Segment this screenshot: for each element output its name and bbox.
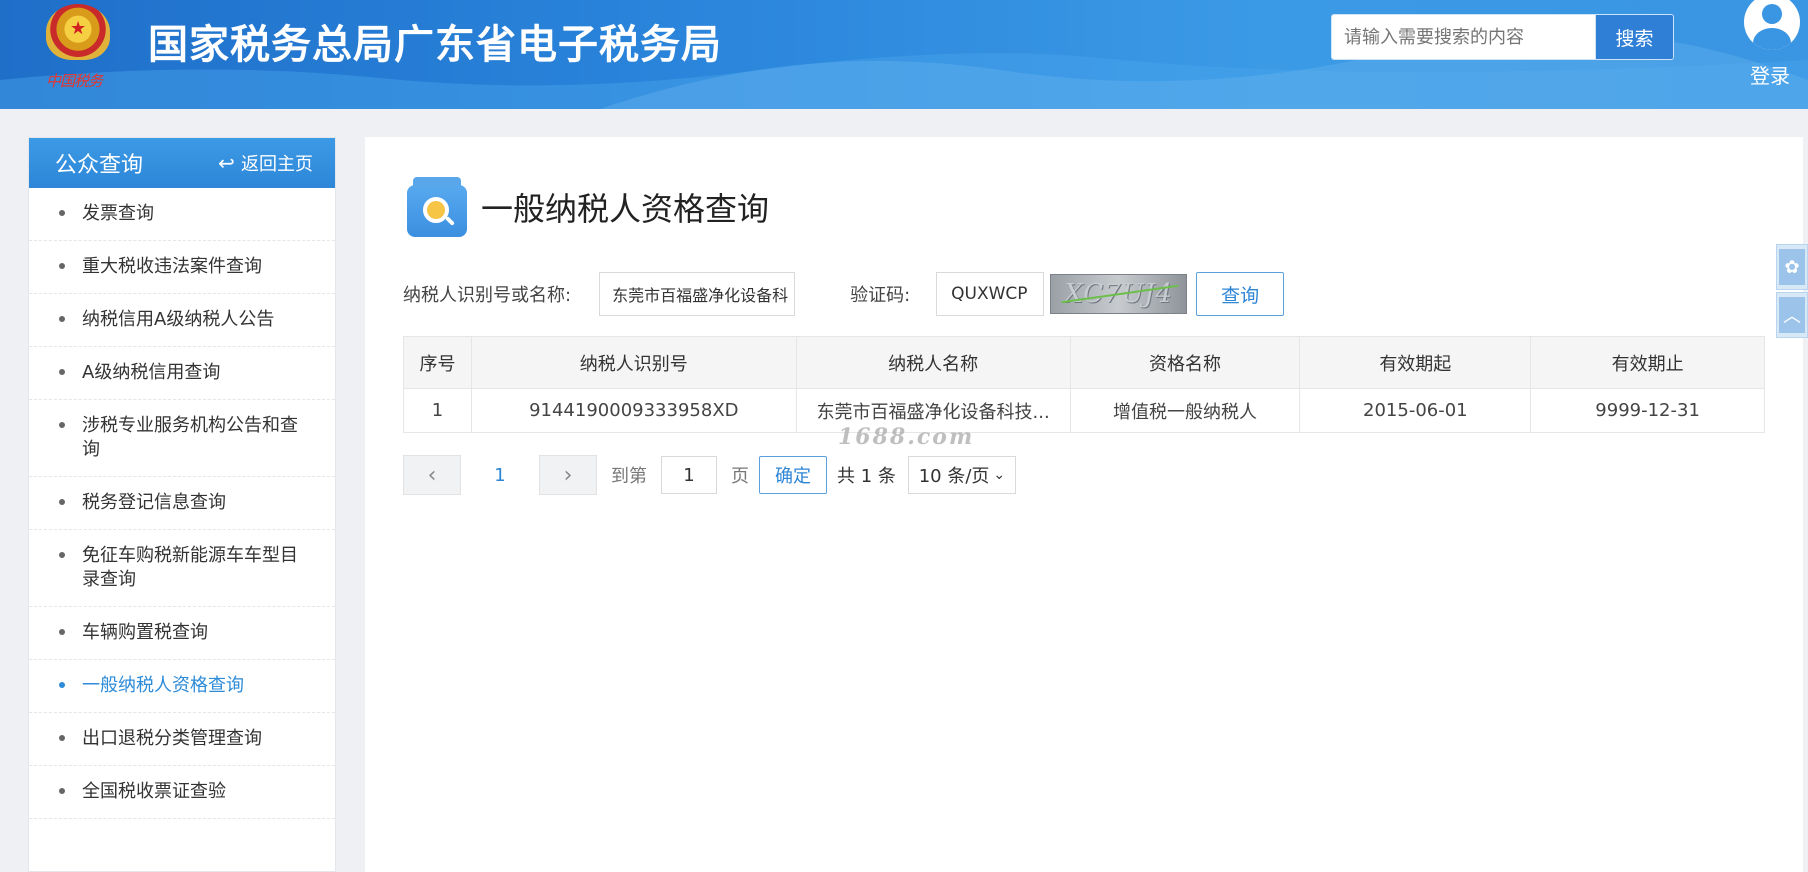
search-input[interactable]	[1332, 15, 1595, 59]
sidebar-item-general-taxpayer-query[interactable]: 一般纳税人资格查询	[29, 660, 335, 713]
col-header-valid-to: 有效期止	[1530, 336, 1765, 389]
sidebar-title: 公众查询	[55, 153, 144, 178]
cell-valid-to: 9999-12-31	[1530, 388, 1765, 433]
sidebar-item-new-energy-vehicle-catalog[interactable]: 免征车购税新能源车车型目录查询	[29, 530, 335, 607]
chevron-down-icon: ⌄	[993, 467, 1006, 483]
sidebar-item-export-rebate-query[interactable]: 出口退税分类管理查询	[29, 713, 335, 766]
page-unit-label: 页	[731, 466, 749, 487]
back-to-top-button[interactable]: ︿	[1776, 292, 1808, 338]
back-to-home-link[interactable]: ↪ 返回主页	[218, 150, 313, 176]
sidebar-item-major-violation-query[interactable]: 重大税收违法案件查询	[29, 241, 335, 294]
sidebar-item-invoice-query[interactable]: 发票查询	[29, 188, 335, 241]
col-header-qualification: 资格名称	[1069, 336, 1301, 389]
pagination: ‹ 1 › 到第 1 页 确定 共 1 条 10 条/页 ⌄	[403, 455, 1016, 495]
col-header-valid-from: 有效期起	[1299, 336, 1532, 389]
page-size-select[interactable]: 10 条/页 ⌄	[907, 456, 1016, 494]
emblem-script: 中国税务	[46, 72, 103, 90]
sidebar-item-tax-receipt-verify[interactable]: 全国税收票证查验	[29, 766, 335, 819]
sidebar-menu: 发票查询 重大税收违法案件查询 纳税信用A级纳税人公告 A级纳税信用查询 涉税专…	[29, 188, 335, 819]
bullet-icon	[59, 263, 65, 269]
goto-confirm-button[interactable]: 确定	[759, 456, 827, 494]
cell-valid-from: 2015-06-01	[1299, 388, 1532, 433]
palette-icon: ✿	[1779, 249, 1805, 285]
col-header-taxpayer-id: 纳税人识别号	[470, 336, 797, 389]
taxpayer-label: 纳税人识别号或名称:	[403, 285, 572, 306]
cell-qualification: 增值税一般纳税人	[1069, 388, 1301, 433]
table-header-row: 序号 纳税人识别号 纳税人名称 资格名称 有效期起 有效期止	[403, 336, 1765, 389]
page-number-current[interactable]: 1	[461, 465, 539, 486]
result-table: 序号 纳税人识别号 纳税人名称 资格名称 有效期起 有效期止 1 9144190…	[403, 336, 1765, 433]
emblem-icon	[46, 4, 110, 60]
page-title: 一般纳税人资格查询	[481, 190, 770, 228]
sidebar-item-tax-service-agency[interactable]: 涉税专业服务机构公告和查询	[29, 400, 335, 477]
col-header-index: 序号	[403, 336, 472, 389]
sidebar-item-a-level-credit-query[interactable]: A级纳税信用查询	[29, 347, 335, 400]
site-search: 搜索	[1331, 14, 1674, 60]
user-avatar-icon	[1744, 0, 1800, 50]
back-label: 返回主页	[241, 154, 313, 175]
site-header: 中国税务 国家税务总局广东省电子税务局 搜索 登录	[0, 0, 1808, 109]
page-size-value: 10 条/页	[918, 466, 990, 487]
sidebar-item-registration-query[interactable]: 税务登记信息查询	[29, 477, 335, 530]
query-button[interactable]: 查询	[1196, 272, 1285, 316]
main-panel: 一般纳税人资格查询 纳税人识别号或名称: 东莞市百福盛净化设备科 验证码: QU…	[365, 137, 1803, 872]
sidebar-header: 公众查询 ↪ 返回主页	[29, 138, 335, 188]
search-folder-icon	[407, 177, 467, 237]
return-arrow-icon: ↪	[218, 151, 235, 175]
sidebar-item-vehicle-purchase-tax[interactable]: 车辆购置税查询	[29, 607, 335, 660]
chevron-up-icon: ︿	[1779, 297, 1805, 333]
cell-index: 1	[403, 388, 472, 433]
bullet-icon	[59, 499, 65, 505]
prev-page-button[interactable]: ‹	[403, 455, 461, 495]
taxpayer-input[interactable]: 东莞市百福盛净化设备科	[599, 272, 796, 316]
next-page-button[interactable]: ›	[539, 455, 597, 495]
bullet-icon	[59, 788, 65, 794]
table-row: 1 9144190009333958XD 东莞市百福盛净化设备科技... 增值税…	[403, 388, 1765, 433]
captcha-image[interactable]: XC7UJ4	[1050, 274, 1188, 314]
goto-label: 到第	[611, 466, 647, 487]
sidebar: 公众查询 ↪ 返回主页 发票查询 重大税收违法案件查询 纳税信用A级纳税人公告 …	[28, 137, 336, 872]
bullet-icon	[59, 629, 65, 635]
login-label: 登录	[1750, 64, 1790, 88]
bullet-icon	[59, 422, 65, 428]
bullet-icon	[59, 369, 65, 375]
bullet-icon	[59, 316, 65, 322]
login-button[interactable]: 登录	[1742, 0, 1802, 100]
watermark: 1688.com	[838, 424, 975, 450]
query-form: 纳税人识别号或名称: 东莞市百福盛净化设备科 验证码: QUXWCP XC7UJ…	[403, 272, 1285, 316]
search-button[interactable]: 搜索	[1595, 15, 1673, 59]
theme-button[interactable]: ✿	[1776, 244, 1808, 290]
sidebar-item-a-level-announcement[interactable]: 纳税信用A级纳税人公告	[29, 294, 335, 347]
page-heading: 一般纳税人资格查询	[407, 177, 769, 237]
goto-page-input[interactable]: 1	[661, 456, 717, 494]
bullet-icon	[59, 682, 65, 688]
cell-taxpayer-id: 9144190009333958XD	[470, 388, 797, 433]
captcha-input[interactable]: QUXWCP	[936, 272, 1045, 316]
site-title: 国家税务总局广东省电子税务局	[148, 22, 722, 68]
total-count: 共 1 条	[837, 466, 896, 487]
captcha-label: 验证码:	[850, 285, 911, 306]
col-header-taxpayer-name: 纳税人名称	[795, 336, 1071, 389]
floating-toolbar: ✿ ︿	[1776, 244, 1808, 340]
bullet-icon	[59, 735, 65, 741]
bullet-icon	[59, 552, 65, 558]
tax-emblem-logo: 中国税务	[36, 0, 124, 100]
bullet-icon	[59, 210, 65, 216]
